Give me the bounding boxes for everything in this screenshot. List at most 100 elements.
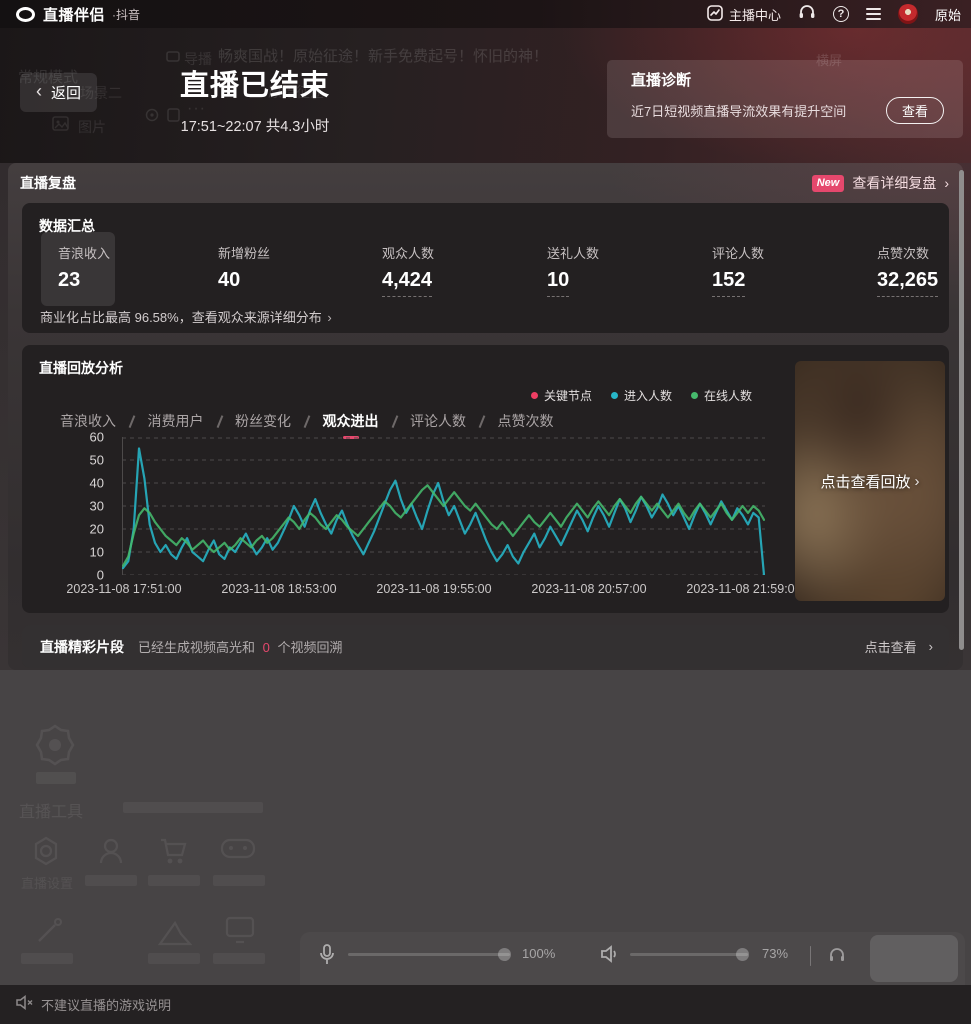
data-summary-card: 数据汇总 音浪收入23新增粉丝40观众人数4,424送礼人数10评论人数152点… (22, 203, 949, 333)
chevron-right-icon: › (929, 639, 933, 654)
tab-3[interactable]: 粉丝变化 (235, 411, 291, 439)
audio-setup-button[interactable] (798, 4, 816, 25)
review-panel: 直播复盘 New 查看详细复盘 › 数据汇总 音浪收入23新增粉丝40观众人数4… (8, 163, 963, 670)
chevron-right-icon: › (327, 310, 331, 325)
replay-analysis-title: 直播回放分析 (39, 358, 123, 378)
ghost-label-bar (148, 953, 200, 964)
metric-tabs: 音浪收入 消费用户 粉丝变化 观众进出 评论人数 点赞次数 (60, 411, 554, 439)
ghost-label-bar (213, 875, 265, 886)
ghost-settings-icon (30, 835, 62, 867)
tab-2[interactable]: 消费用户 (148, 411, 204, 439)
ghost-monitor-icon (225, 916, 255, 944)
tab-separator (479, 415, 485, 428)
stat-5[interactable]: 评论人数152 (712, 243, 764, 297)
ghost-speaker-slider-knob (736, 948, 749, 961)
legend-item: 关键节点 (531, 387, 592, 404)
ghost-settings-label: 直播设置 (21, 873, 73, 892)
stat-value: 4,424 (382, 269, 432, 297)
tab-separator (304, 415, 310, 428)
stat-label: 音浪收入 (58, 243, 110, 262)
replay-thumbnail[interactable]: 点击查看回放 › (795, 361, 945, 601)
app-logo-subtext: ·抖音 (112, 6, 140, 23)
ghost-tools-title: 直播工具 (19, 798, 83, 822)
ghost-mic-slider-knob (498, 948, 511, 961)
help-button[interactable]: ? (833, 6, 849, 22)
diagnosis-card: 直播诊断 近7日短视频直播导流效果有提升空间 查看 (607, 60, 963, 138)
legend-dot-icon (691, 392, 698, 399)
stat-value: 10 (547, 269, 569, 297)
audience-source-link[interactable]: 商业化占比最高 96.58%，查看观众来源详细分布 › (40, 307, 332, 326)
stat-label: 新增粉丝 (218, 243, 270, 262)
legend-item: 在线人数 (691, 387, 752, 404)
diagnosis-view-button[interactable]: 查看 (886, 97, 944, 124)
review-panel-title: 直播复盘 (20, 173, 76, 193)
replay-chart (122, 437, 765, 575)
scrollbar-thumb[interactable] (959, 170, 964, 650)
anchor-center-button[interactable]: 主播中心 (707, 5, 781, 24)
x-tick-label: 2023-11-08 21:59:00 (686, 582, 801, 596)
stat-label: 评论人数 (712, 243, 764, 262)
highlights-count: 0 (263, 640, 270, 655)
y-tick-label: 30 (90, 499, 104, 514)
stat-label: 观众人数 (382, 243, 434, 262)
status-bar: 不建议直播的游戏说明 (0, 985, 971, 1024)
legend-dot-icon (531, 392, 538, 399)
live-companion-app: 常规模式 场景二 图片 导播 畅爽国战！原始征途！新手免费起号！怀旧的神！ 原始… (0, 0, 971, 1024)
detail-review-label: 查看详细复盘 (852, 173, 936, 193)
chart-legend: 关键节点 进入人数 在线人数 (531, 387, 752, 404)
ghost-mic-icon (320, 944, 334, 966)
ghost-headset-icon (828, 946, 846, 964)
anchor-center-label: 主播中心 (729, 5, 781, 24)
highlights-desc-prefix: 已经生成视频高光和 (138, 640, 255, 655)
menu-button[interactable] (866, 8, 881, 20)
speaker-notice-icon (16, 995, 33, 1015)
highlights-view-link[interactable]: 点击查看 › (865, 637, 933, 656)
highlights-card: 直播精彩片段 已经生成视频高光和 0 个视频回溯 点击查看 › (22, 625, 949, 668)
stat-4[interactable]: 送礼人数10 (547, 243, 599, 297)
tab-separator (216, 415, 222, 428)
tab-6[interactable]: 点赞次数 (498, 411, 554, 439)
y-tick-label: 20 (90, 522, 104, 537)
ghost-divider (810, 946, 811, 966)
tab-5[interactable]: 评论人数 (410, 411, 466, 439)
x-axis-labels: 2023-11-08 17:51:002023-11-08 18:53:0020… (122, 582, 765, 598)
stat-value: 23 (58, 269, 80, 296)
y-axis-ticks: 6050403020100 (62, 437, 104, 575)
headset-icon (798, 4, 816, 25)
y-tick-label: 50 (90, 453, 104, 468)
stat-2: 新增粉丝40 (218, 243, 270, 296)
highlights-desc-suffix: 个视频回溯 (278, 640, 343, 655)
help-icon: ? (833, 6, 849, 22)
game-notice-link[interactable]: 不建议直播的游戏说明 (41, 995, 171, 1014)
stat-value: 32,265 (877, 269, 938, 297)
tab-separator (129, 415, 135, 428)
ghost-speaker-volume: 73% (762, 946, 788, 961)
ghost-label-bar (213, 953, 265, 964)
app-logo-icon (16, 7, 35, 22)
legend-label: 关键节点 (544, 387, 592, 404)
back-button[interactable]: ‹ 返回 (20, 73, 97, 112)
x-tick-label: 2023-11-08 20:57:00 (531, 582, 646, 596)
highlights-view-label: 点击查看 (865, 637, 917, 656)
legend-item: 进入人数 (611, 387, 672, 404)
ghost-badge-icon (33, 723, 77, 767)
ghost-cart-icon (158, 835, 190, 867)
chevron-right-icon: › (915, 473, 920, 490)
ghost-label-bar (21, 953, 73, 964)
ghost-person-icon (95, 835, 127, 867)
user-avatar[interactable] (898, 4, 918, 24)
ghost-promo-bar (123, 802, 263, 813)
tab-4[interactable]: 观众进出 (323, 411, 379, 439)
app-logo-text: 直播伴侣 (43, 4, 105, 25)
stat-6[interactable]: 点赞次数32,265 (877, 243, 938, 297)
stream-duration: 17:51~22:07 共4.3小时 (145, 115, 365, 136)
x-tick-label: 2023-11-08 19:55:00 (376, 582, 491, 596)
chevron-right-icon: › (944, 175, 949, 191)
ghost-label-bar (85, 875, 137, 886)
x-tick-label: 2023-11-08 17:51:00 (66, 582, 181, 596)
tab-1[interactable]: 音浪收入 (60, 411, 116, 439)
detail-review-link[interactable]: New 查看详细复盘 › (812, 173, 949, 193)
stat-3[interactable]: 观众人数 4,424 (382, 243, 434, 297)
legend-label: 进入人数 (624, 387, 672, 404)
y-tick-label: 0 (97, 568, 104, 583)
